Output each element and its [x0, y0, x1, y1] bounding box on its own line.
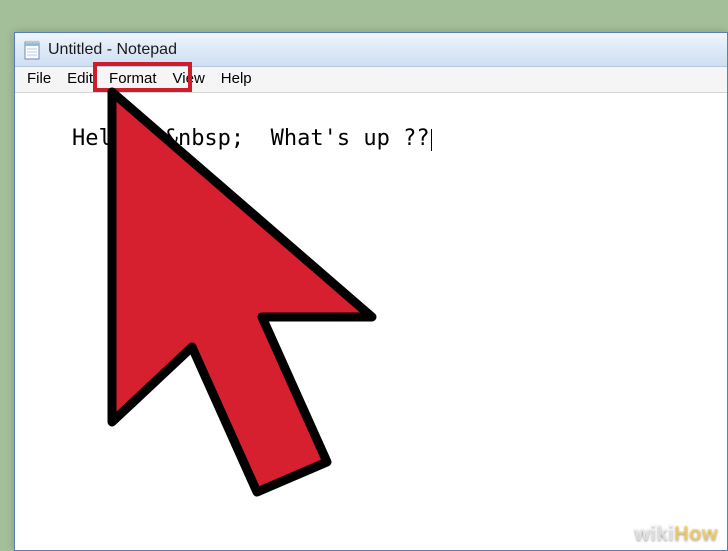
editor-content: Hello! &nbsp; What's up ?? — [72, 126, 430, 151]
menubar: File Edit Format View Help — [15, 67, 727, 93]
notepad-window: Untitled - Notepad File Edit Format View… — [14, 32, 728, 551]
text-editor[interactable]: Hello! &nbsp; What's up ?? — [15, 93, 727, 550]
window-title: Untitled - Notepad — [48, 41, 177, 59]
titlebar: Untitled - Notepad — [15, 33, 727, 67]
notepad-icon — [23, 39, 41, 61]
watermark: wikiHow — [634, 523, 718, 546]
menu-help[interactable]: Help — [213, 67, 260, 92]
menu-edit[interactable]: Edit — [59, 67, 101, 92]
watermark-how: How — [674, 523, 718, 545]
text-caret — [431, 129, 432, 151]
watermark-wiki: wiki — [634, 523, 674, 545]
menu-file[interactable]: File — [19, 67, 59, 92]
menu-format[interactable]: Format — [101, 67, 165, 92]
menu-view[interactable]: View — [165, 67, 213, 92]
